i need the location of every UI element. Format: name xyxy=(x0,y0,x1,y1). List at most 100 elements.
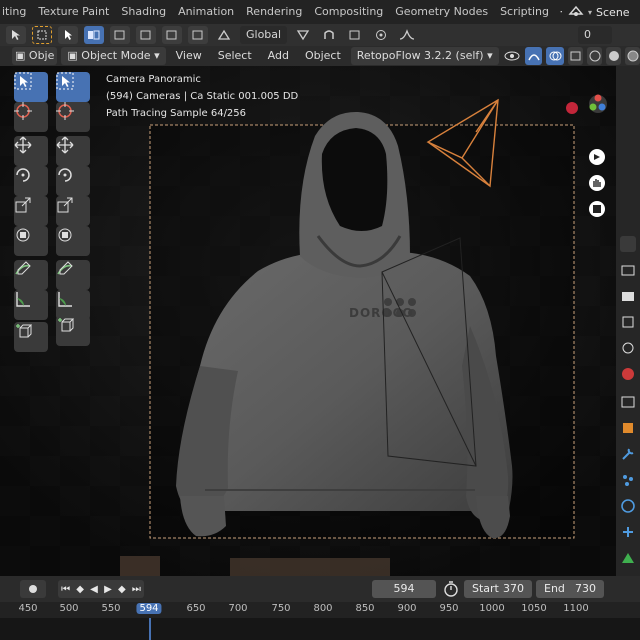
proportional-edit-icon[interactable] xyxy=(371,26,391,44)
jump-end-icon[interactable]: ⏭ xyxy=(132,584,141,595)
camera-view-icon[interactable] xyxy=(588,148,606,166)
menu-select[interactable]: Select xyxy=(212,47,258,65)
mode-extend-icon[interactable] xyxy=(110,26,130,44)
zoom-icon[interactable] xyxy=(588,200,606,218)
ruler-tick: 1050 xyxy=(521,603,547,614)
scene-props-icon[interactable] xyxy=(620,340,636,356)
mode-subtract-icon[interactable] xyxy=(136,26,156,44)
mode-set-icon[interactable] xyxy=(84,26,104,44)
cursor-icon[interactable] xyxy=(58,26,78,44)
mode-intersect-icon[interactable] xyxy=(188,26,208,44)
view-layer-icon[interactable] xyxy=(620,314,636,330)
select-box-tool[interactable] xyxy=(14,72,48,102)
mode-invert-icon[interactable] xyxy=(162,26,182,44)
transform-orientation-dropdown[interactable]: Global xyxy=(240,26,288,44)
object-props-icon[interactable] xyxy=(620,420,636,436)
modifier-wrench-icon[interactable] xyxy=(620,446,636,462)
transform-icon xyxy=(16,228,30,242)
scale-tool[interactable] xyxy=(14,196,48,226)
record-button[interactable] xyxy=(20,580,46,598)
visibility-icon[interactable] xyxy=(503,47,521,65)
snap-target-icon[interactable] xyxy=(345,26,365,44)
options-value: 0 xyxy=(584,28,591,41)
tool-settings-icon[interactable] xyxy=(620,236,636,252)
xray-icon[interactable] xyxy=(568,47,584,65)
particles-icon[interactable] xyxy=(620,472,636,488)
editor-type-button[interactable]: ▣ Obje xyxy=(12,47,58,65)
annotate-tool[interactable] xyxy=(14,260,48,290)
transform-tool[interactable] xyxy=(14,226,48,256)
current-frame-field[interactable]: 594 xyxy=(372,580,436,598)
tab-texture-paint[interactable]: Texture Paint xyxy=(32,0,115,24)
data-icon[interactable] xyxy=(620,550,636,566)
3d-viewport[interactable]: DOROCO Camera Panoramic (594) Cameras | … xyxy=(0,66,616,576)
jump-start-icon[interactable]: ⏮ xyxy=(61,584,70,595)
options-dropdown[interactable]: 0 xyxy=(578,26,612,44)
playhead-line xyxy=(149,618,151,640)
move-tool-2[interactable] xyxy=(56,136,90,166)
tab-animation[interactable]: Animation xyxy=(172,0,240,24)
end-frame-field[interactable]: End 730 xyxy=(536,580,604,598)
render-icon[interactable] xyxy=(620,262,636,278)
record-indicator-icon xyxy=(566,102,578,114)
world-icon[interactable] xyxy=(620,366,636,382)
rotate-tool-2[interactable] xyxy=(56,166,90,196)
playhead-frame[interactable]: 594 xyxy=(136,603,162,614)
scene-name: Scene xyxy=(596,5,630,19)
viewport-scene: DOROCO xyxy=(0,66,616,576)
output-icon[interactable] xyxy=(620,288,636,304)
ruler-tick: 850 xyxy=(355,603,375,614)
tab-geometry-nodes[interactable]: Geometry Nodes xyxy=(389,0,494,24)
annotate-tool-2[interactable] xyxy=(56,260,90,290)
play-reverse-icon[interactable]: ◀ xyxy=(90,584,98,595)
navigation-gizmo[interactable] xyxy=(586,92,610,116)
cursor-tool-2[interactable] xyxy=(56,102,90,132)
scene-selector[interactable]: ▾ Scene xyxy=(562,0,640,24)
tab-scripting[interactable]: Scripting xyxy=(494,0,555,24)
cursor-tool[interactable] xyxy=(14,102,48,132)
menu-add[interactable]: Add xyxy=(262,47,295,65)
stopwatch-icon[interactable] xyxy=(442,580,460,598)
next-keyframe-icon[interactable]: ◆ xyxy=(118,584,126,595)
measure-tool[interactable] xyxy=(14,290,48,320)
gizmo-icon[interactable] xyxy=(524,47,543,65)
ruler-icon xyxy=(16,292,30,307)
shading-solid-icon[interactable] xyxy=(606,47,622,65)
tab-compositing[interactable]: Compositing xyxy=(308,0,389,24)
prev-keyframe-icon[interactable]: ◆ xyxy=(76,584,84,595)
snap-icon[interactable] xyxy=(319,26,339,44)
select-box-mode-icon[interactable] xyxy=(32,26,52,44)
ruler-tick: 700 xyxy=(228,603,248,614)
add-cube-tool[interactable] xyxy=(14,322,48,352)
rotate-tool[interactable] xyxy=(14,166,48,196)
timeline-track-area[interactable] xyxy=(0,618,640,640)
select-box-tool-2[interactable] xyxy=(56,72,90,102)
pan-hand-icon[interactable] xyxy=(588,174,606,192)
retopoflow-dropdown[interactable]: RetopoFlow 3.2.2 (self) ▾ xyxy=(350,47,499,65)
orientation-icon[interactable] xyxy=(214,26,234,44)
transform-tool-2[interactable] xyxy=(56,226,90,256)
start-frame-field[interactable]: Start 370 xyxy=(464,580,532,598)
menu-object[interactable]: Object xyxy=(299,47,347,65)
shading-material-icon[interactable] xyxy=(625,47,640,65)
move-tool[interactable] xyxy=(14,136,48,166)
menu-view[interactable]: View xyxy=(170,47,208,65)
tab-rendering[interactable]: Rendering xyxy=(240,0,308,24)
play-icon[interactable]: ▶ xyxy=(104,584,112,595)
shading-wireframe-icon[interactable] xyxy=(587,47,603,65)
properties-tabs-strip xyxy=(616,66,640,576)
scale-tool-2[interactable] xyxy=(56,196,90,226)
frame-ruler[interactable]: 450 500 550 594 650 700 750 800 850 900 … xyxy=(0,602,640,618)
overlays-icon[interactable] xyxy=(546,47,565,65)
select-tool-icon[interactable] xyxy=(6,26,26,44)
physics-icon[interactable] xyxy=(620,498,636,514)
tab-shading[interactable]: Shading xyxy=(115,0,172,24)
collection-icon[interactable] xyxy=(620,394,636,410)
tab-editing[interactable]: iting xyxy=(0,0,32,24)
pivot-icon[interactable] xyxy=(293,26,313,44)
add-cube-tool-2[interactable] xyxy=(56,316,90,346)
falloff-icon[interactable] xyxy=(397,26,417,44)
mode-dropdown[interactable]: ▣ Object Mode ▾ xyxy=(61,47,166,65)
constraints-icon[interactable] xyxy=(620,524,636,540)
timeline-controls: ⏮ ◆ ◀ ▶ ◆ ⏭ 594 Start 370 End 730 xyxy=(0,576,640,602)
